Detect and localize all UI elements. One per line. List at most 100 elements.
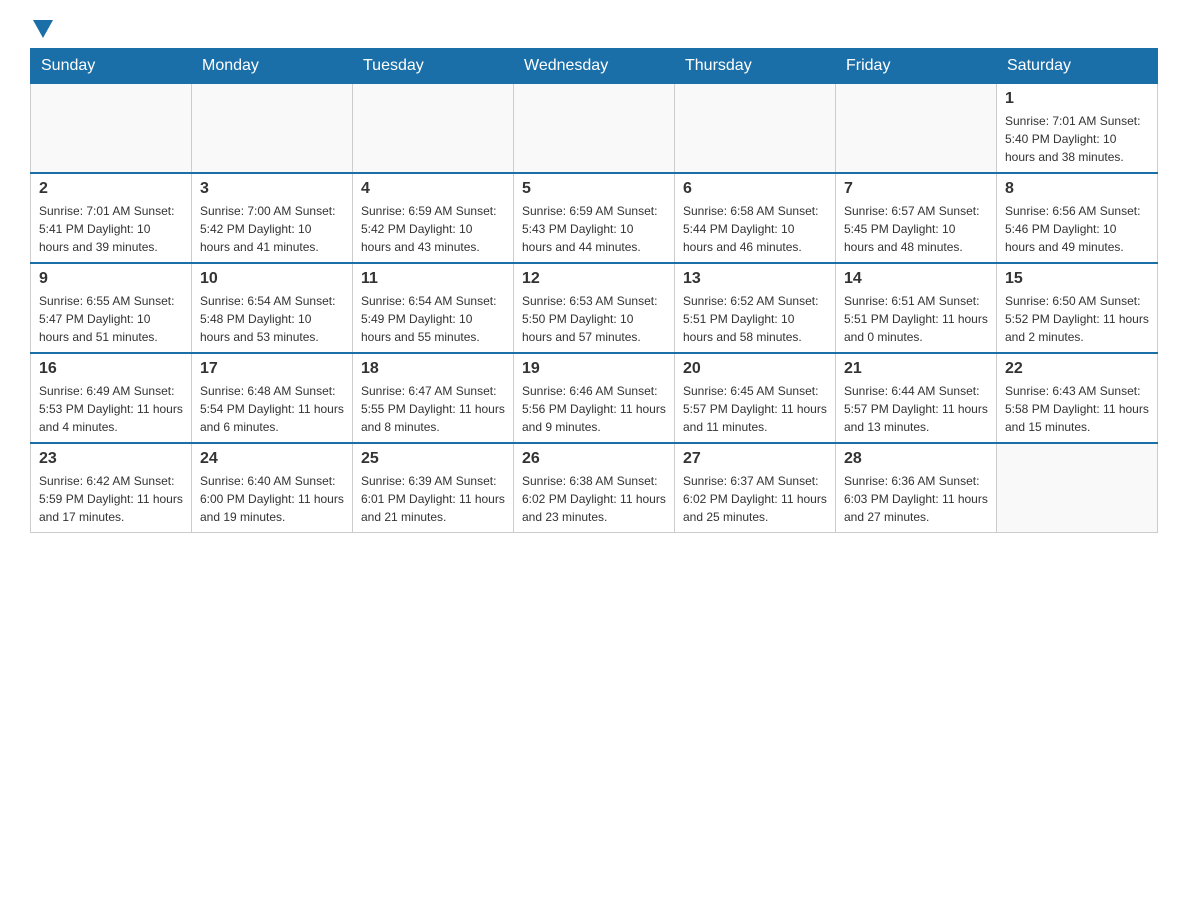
day-info: Sunrise: 6:59 AM Sunset: 5:42 PM Dayligh…	[361, 202, 505, 256]
day-number: 22	[1005, 360, 1149, 378]
day-number: 6	[683, 180, 827, 198]
day-info: Sunrise: 7:01 AM Sunset: 5:40 PM Dayligh…	[1005, 112, 1149, 166]
calendar-week-row: 9 Sunrise: 6:55 AM Sunset: 5:47 PM Daylig…	[31, 263, 1158, 353]
calendar-cell	[675, 84, 836, 174]
day-info: Sunrise: 6:50 AM Sunset: 5:52 PM Dayligh…	[1005, 292, 1149, 346]
day-number: 11	[361, 270, 505, 288]
calendar-cell: 3 Sunrise: 7:00 AM Sunset: 5:42 PM Daylig…	[192, 173, 353, 263]
calendar-cell	[836, 84, 997, 174]
day-number: 16	[39, 360, 183, 378]
day-info: Sunrise: 6:36 AM Sunset: 6:03 PM Dayligh…	[844, 472, 988, 526]
calendar-header-row: SundayMondayTuesdayWednesdayThursdayFrid…	[31, 49, 1158, 84]
calendar-cell	[192, 84, 353, 174]
page-header	[30, 20, 1158, 38]
day-number: 20	[683, 360, 827, 378]
calendar-week-row: 16 Sunrise: 6:49 AM Sunset: 5:53 PM Dayli…	[31, 353, 1158, 443]
calendar-week-row: 2 Sunrise: 7:01 AM Sunset: 5:41 PM Daylig…	[31, 173, 1158, 263]
day-number: 2	[39, 180, 183, 198]
day-of-week-header: Friday	[836, 49, 997, 84]
day-number: 5	[522, 180, 666, 198]
day-info: Sunrise: 6:40 AM Sunset: 6:00 PM Dayligh…	[200, 472, 344, 526]
calendar-cell	[353, 84, 514, 174]
day-of-week-header: Monday	[192, 49, 353, 84]
calendar-cell: 26Sunrise: 6:38 AM Sunset: 6:02 PM Dayli…	[514, 443, 675, 533]
day-number: 17	[200, 360, 344, 378]
day-of-week-header: Tuesday	[353, 49, 514, 84]
day-info: Sunrise: 6:37 AM Sunset: 6:02 PM Dayligh…	[683, 472, 827, 526]
day-of-week-header: Saturday	[997, 49, 1158, 84]
logo	[30, 20, 56, 38]
day-number: 1	[1005, 90, 1149, 108]
calendar-cell: 13 Sunrise: 6:52 AM Sunset: 5:51 PM Dayli…	[675, 263, 836, 353]
day-of-week-header: Sunday	[31, 49, 192, 84]
day-info: Sunrise: 6:52 AM Sunset: 5:51 PM Dayligh…	[683, 292, 827, 346]
day-info: Sunrise: 6:57 AM Sunset: 5:45 PM Dayligh…	[844, 202, 988, 256]
day-info: Sunrise: 6:53 AM Sunset: 5:50 PM Dayligh…	[522, 292, 666, 346]
calendar-week-row: 23 Sunrise: 6:42 AM Sunset: 5:59 PM Dayli…	[31, 443, 1158, 533]
calendar-cell: 23 Sunrise: 6:42 AM Sunset: 5:59 PM Dayli…	[31, 443, 192, 533]
day-info: Sunrise: 6:55 AM Sunset: 5:47 PM Dayligh…	[39, 292, 183, 346]
day-info: Sunrise: 6:59 AM Sunset: 5:43 PM Dayligh…	[522, 202, 666, 256]
calendar-cell	[997, 443, 1158, 533]
calendar-cell: 4 Sunrise: 6:59 AM Sunset: 5:42 PM Daylig…	[353, 173, 514, 263]
day-info: Sunrise: 6:48 AM Sunset: 5:54 PM Dayligh…	[200, 382, 344, 436]
calendar-cell: 16 Sunrise: 6:49 AM Sunset: 5:53 PM Dayli…	[31, 353, 192, 443]
day-number: 28	[844, 450, 988, 468]
calendar-cell: 18 Sunrise: 6:47 AM Sunset: 5:55 PM Dayli…	[353, 353, 514, 443]
calendar-table: SundayMondayTuesdayWednesdayThursdayFrid…	[30, 48, 1158, 533]
calendar-cell: 19 Sunrise: 6:46 AM Sunset: 5:56 PM Dayli…	[514, 353, 675, 443]
day-info: Sunrise: 7:01 AM Sunset: 5:41 PM Dayligh…	[39, 202, 183, 256]
calendar-cell	[514, 84, 675, 174]
day-number: 12	[522, 270, 666, 288]
day-number: 7	[844, 180, 988, 198]
logo-triangle-icon	[33, 20, 53, 38]
calendar-cell: 2 Sunrise: 7:01 AM Sunset: 5:41 PM Daylig…	[31, 173, 192, 263]
day-number: 8	[1005, 180, 1149, 198]
day-number: 4	[361, 180, 505, 198]
calendar-cell	[31, 84, 192, 174]
day-number: 9	[39, 270, 183, 288]
day-of-week-header: Wednesday	[514, 49, 675, 84]
calendar-cell: 20 Sunrise: 6:45 AM Sunset: 5:57 PM Dayli…	[675, 353, 836, 443]
calendar-cell: 17 Sunrise: 6:48 AM Sunset: 5:54 PM Dayli…	[192, 353, 353, 443]
calendar-cell: 11 Sunrise: 6:54 AM Sunset: 5:49 PM Dayli…	[353, 263, 514, 353]
day-number: 21	[844, 360, 988, 378]
calendar-cell: 1 Sunrise: 7:01 AM Sunset: 5:40 PM Daylig…	[997, 84, 1158, 174]
day-info: Sunrise: 6:42 AM Sunset: 5:59 PM Dayligh…	[39, 472, 183, 526]
calendar-cell: 25 Sunrise: 6:39 AM Sunset: 6:01 PM Dayli…	[353, 443, 514, 533]
calendar-cell: 21 Sunrise: 6:44 AM Sunset: 5:57 PM Dayli…	[836, 353, 997, 443]
day-number: 15	[1005, 270, 1149, 288]
calendar-cell: 27Sunrise: 6:37 AM Sunset: 6:02 PM Dayli…	[675, 443, 836, 533]
day-info: Sunrise: 6:58 AM Sunset: 5:44 PM Dayligh…	[683, 202, 827, 256]
day-number: 24	[200, 450, 344, 468]
day-info: Sunrise: 6:47 AM Sunset: 5:55 PM Dayligh…	[361, 382, 505, 436]
day-number: 19	[522, 360, 666, 378]
calendar-cell: 10 Sunrise: 6:54 AM Sunset: 5:48 PM Dayli…	[192, 263, 353, 353]
calendar-cell: 28 Sunrise: 6:36 AM Sunset: 6:03 PM Dayli…	[836, 443, 997, 533]
calendar-cell: 7 Sunrise: 6:57 AM Sunset: 5:45 PM Daylig…	[836, 173, 997, 263]
day-info: Sunrise: 6:44 AM Sunset: 5:57 PM Dayligh…	[844, 382, 988, 436]
day-info: Sunrise: 6:49 AM Sunset: 5:53 PM Dayligh…	[39, 382, 183, 436]
day-number: 10	[200, 270, 344, 288]
day-of-week-header: Thursday	[675, 49, 836, 84]
calendar-cell: 5 Sunrise: 6:59 AM Sunset: 5:43 PM Daylig…	[514, 173, 675, 263]
day-info: Sunrise: 6:54 AM Sunset: 5:49 PM Dayligh…	[361, 292, 505, 346]
calendar-cell: 15 Sunrise: 6:50 AM Sunset: 5:52 PM Dayli…	[997, 263, 1158, 353]
day-info: Sunrise: 6:39 AM Sunset: 6:01 PM Dayligh…	[361, 472, 505, 526]
day-number: 18	[361, 360, 505, 378]
day-number: 23	[39, 450, 183, 468]
calendar-cell: 8Sunrise: 6:56 AM Sunset: 5:46 PM Daylig…	[997, 173, 1158, 263]
day-info: Sunrise: 7:00 AM Sunset: 5:42 PM Dayligh…	[200, 202, 344, 256]
day-number: 3	[200, 180, 344, 198]
calendar-cell: 9 Sunrise: 6:55 AM Sunset: 5:47 PM Daylig…	[31, 263, 192, 353]
day-info: Sunrise: 6:45 AM Sunset: 5:57 PM Dayligh…	[683, 382, 827, 436]
day-info: Sunrise: 6:54 AM Sunset: 5:48 PM Dayligh…	[200, 292, 344, 346]
day-info: Sunrise: 6:38 AM Sunset: 6:02 PM Dayligh…	[522, 472, 666, 526]
day-info: Sunrise: 6:43 AM Sunset: 5:58 PM Dayligh…	[1005, 382, 1149, 436]
day-number: 25	[361, 450, 505, 468]
calendar-cell: 22 Sunrise: 6:43 AM Sunset: 5:58 PM Dayli…	[997, 353, 1158, 443]
day-number: 13	[683, 270, 827, 288]
calendar-cell: 12 Sunrise: 6:53 AM Sunset: 5:50 PM Dayli…	[514, 263, 675, 353]
day-info: Sunrise: 6:46 AM Sunset: 5:56 PM Dayligh…	[522, 382, 666, 436]
day-info: Sunrise: 6:51 AM Sunset: 5:51 PM Dayligh…	[844, 292, 988, 346]
